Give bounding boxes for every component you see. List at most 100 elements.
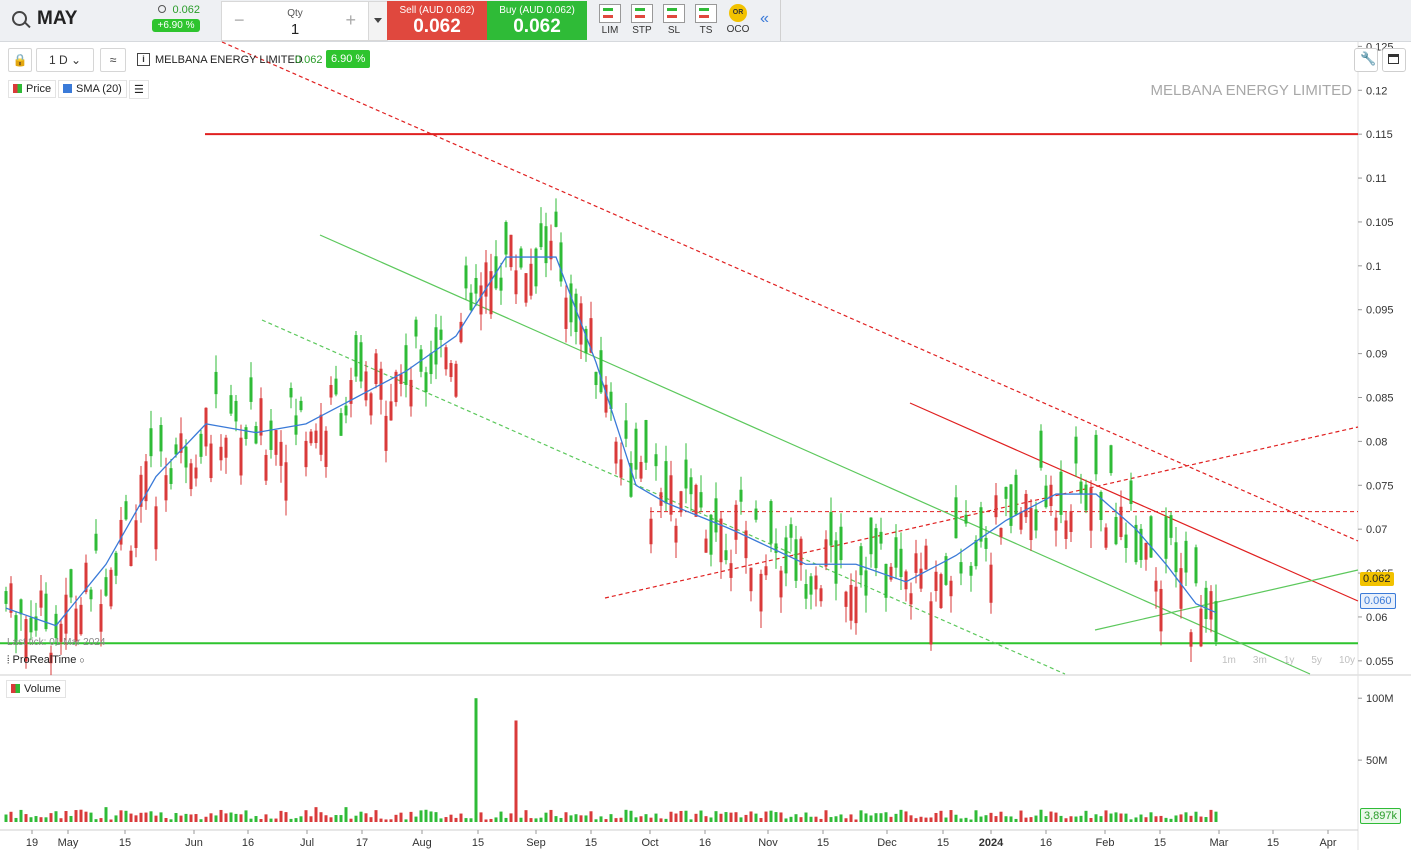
price-chart[interactable]: 0.1250.120.1150.110.1050.10.0950.090.085… xyxy=(0,0,1411,850)
candle-body xyxy=(429,353,433,375)
legend-sma[interactable]: SMA (20) xyxy=(58,80,127,98)
chart-type-icon[interactable]: ≈ xyxy=(100,48,126,72)
volume-bar xyxy=(539,817,543,822)
volume-bar xyxy=(639,816,643,822)
range-1y[interactable]: 1y xyxy=(1284,655,1295,666)
candle-body xyxy=(1114,516,1118,545)
legend-volume[interactable]: Volume xyxy=(6,680,66,698)
volume-bar xyxy=(819,818,823,822)
range-10y[interactable]: 10y xyxy=(1339,655,1355,666)
support-trend-line xyxy=(1094,569,1359,631)
volume-bar xyxy=(934,812,938,822)
volume-bar xyxy=(619,817,623,822)
volume-bar xyxy=(644,814,648,822)
volume-bar xyxy=(904,811,908,822)
volume-bar xyxy=(364,813,368,822)
last-volume-tag: 3,897k xyxy=(1360,808,1402,824)
candle-body xyxy=(624,420,628,439)
volume-bar xyxy=(1119,813,1123,822)
candle-body xyxy=(304,440,308,468)
candle-body xyxy=(104,577,108,596)
candle-body xyxy=(1059,471,1063,515)
legend-volume-label: Volume xyxy=(24,683,61,695)
range-3m[interactable]: 3m xyxy=(1253,655,1267,666)
candle-body xyxy=(904,571,908,590)
volume-bar xyxy=(349,818,353,822)
y-tick-label: 0.08 xyxy=(1366,436,1387,448)
interval-select[interactable]: 1 D ⌄ xyxy=(36,48,94,72)
downtrend-line xyxy=(909,402,1359,602)
candle-body xyxy=(819,588,823,602)
volume-bar xyxy=(404,819,408,822)
candle-body xyxy=(279,441,283,466)
candle-body xyxy=(804,584,808,599)
volume-bar xyxy=(269,818,273,822)
lock-icon[interactable]: 🔒 xyxy=(8,48,32,72)
volume-bar xyxy=(229,812,233,822)
volume-bar xyxy=(19,809,23,822)
volume-bar xyxy=(824,810,828,822)
candle-body xyxy=(99,604,103,632)
legend-price-label: Price xyxy=(26,83,52,95)
volume-bar xyxy=(139,812,143,822)
volume-bar xyxy=(379,818,383,822)
candle-body xyxy=(169,468,173,484)
volume-bar xyxy=(939,810,943,822)
candle-body xyxy=(459,321,463,343)
volume-bar xyxy=(669,811,673,822)
volume-bar xyxy=(1109,813,1113,822)
volume-bar xyxy=(879,813,883,822)
volume-bar xyxy=(64,811,68,822)
legend-price[interactable]: Price xyxy=(8,80,57,98)
volume-bar xyxy=(1094,814,1098,822)
volume-bar xyxy=(1184,812,1188,822)
volume-bar xyxy=(994,816,998,822)
candle-body xyxy=(834,540,838,584)
candle-body xyxy=(149,428,153,457)
range-1m[interactable]: 1m xyxy=(1222,655,1236,666)
volume-bar xyxy=(739,817,743,822)
volume-bar xyxy=(1104,810,1108,822)
volume-bar xyxy=(839,814,843,822)
wrench-icon[interactable]: 🔧 xyxy=(1354,48,1378,72)
volume-bar xyxy=(264,814,268,822)
info-icon[interactable]: i xyxy=(137,53,150,66)
volume-bar xyxy=(444,817,448,822)
volume-bar xyxy=(1214,811,1218,822)
volume-bar xyxy=(559,817,563,822)
candle-body xyxy=(344,405,348,416)
volume-bar xyxy=(119,810,123,822)
candle-body xyxy=(1119,506,1123,537)
vol-tick-label: 50M xyxy=(1366,755,1387,767)
volume-bar xyxy=(1154,816,1158,822)
volume-bar xyxy=(624,809,628,822)
candle-body xyxy=(424,372,428,393)
volume-bar xyxy=(94,819,98,822)
volume-bar xyxy=(199,819,203,822)
candle-body xyxy=(734,504,738,540)
candle-body xyxy=(1054,517,1058,531)
volume-bar xyxy=(489,818,493,822)
volume-bar xyxy=(534,818,538,822)
volume-bar xyxy=(1009,816,1013,822)
indicator-menu-icon[interactable]: ☰ xyxy=(129,80,149,99)
volume-bar xyxy=(344,807,348,822)
volume-bar xyxy=(259,819,263,822)
candle-body xyxy=(439,329,443,340)
maximize-icon[interactable] xyxy=(1382,48,1406,72)
volume-bar xyxy=(194,814,198,822)
security-name: MELBANA ENERGY LIMITED xyxy=(155,54,303,66)
candle-body xyxy=(874,528,878,569)
x-tick-label: 15 xyxy=(1154,837,1166,849)
candle-body xyxy=(444,347,448,370)
candle-body xyxy=(539,223,543,248)
volume-bar xyxy=(999,811,1003,822)
x-tick-label: Oct xyxy=(641,837,658,849)
volume-bar xyxy=(174,813,178,822)
volume-bar xyxy=(249,818,253,822)
candle-body xyxy=(649,518,653,545)
candle-body xyxy=(1149,516,1153,558)
range-5y[interactable]: 5y xyxy=(1311,655,1322,666)
volume-bar xyxy=(579,815,583,822)
x-tick-label: Apr xyxy=(1319,837,1336,849)
